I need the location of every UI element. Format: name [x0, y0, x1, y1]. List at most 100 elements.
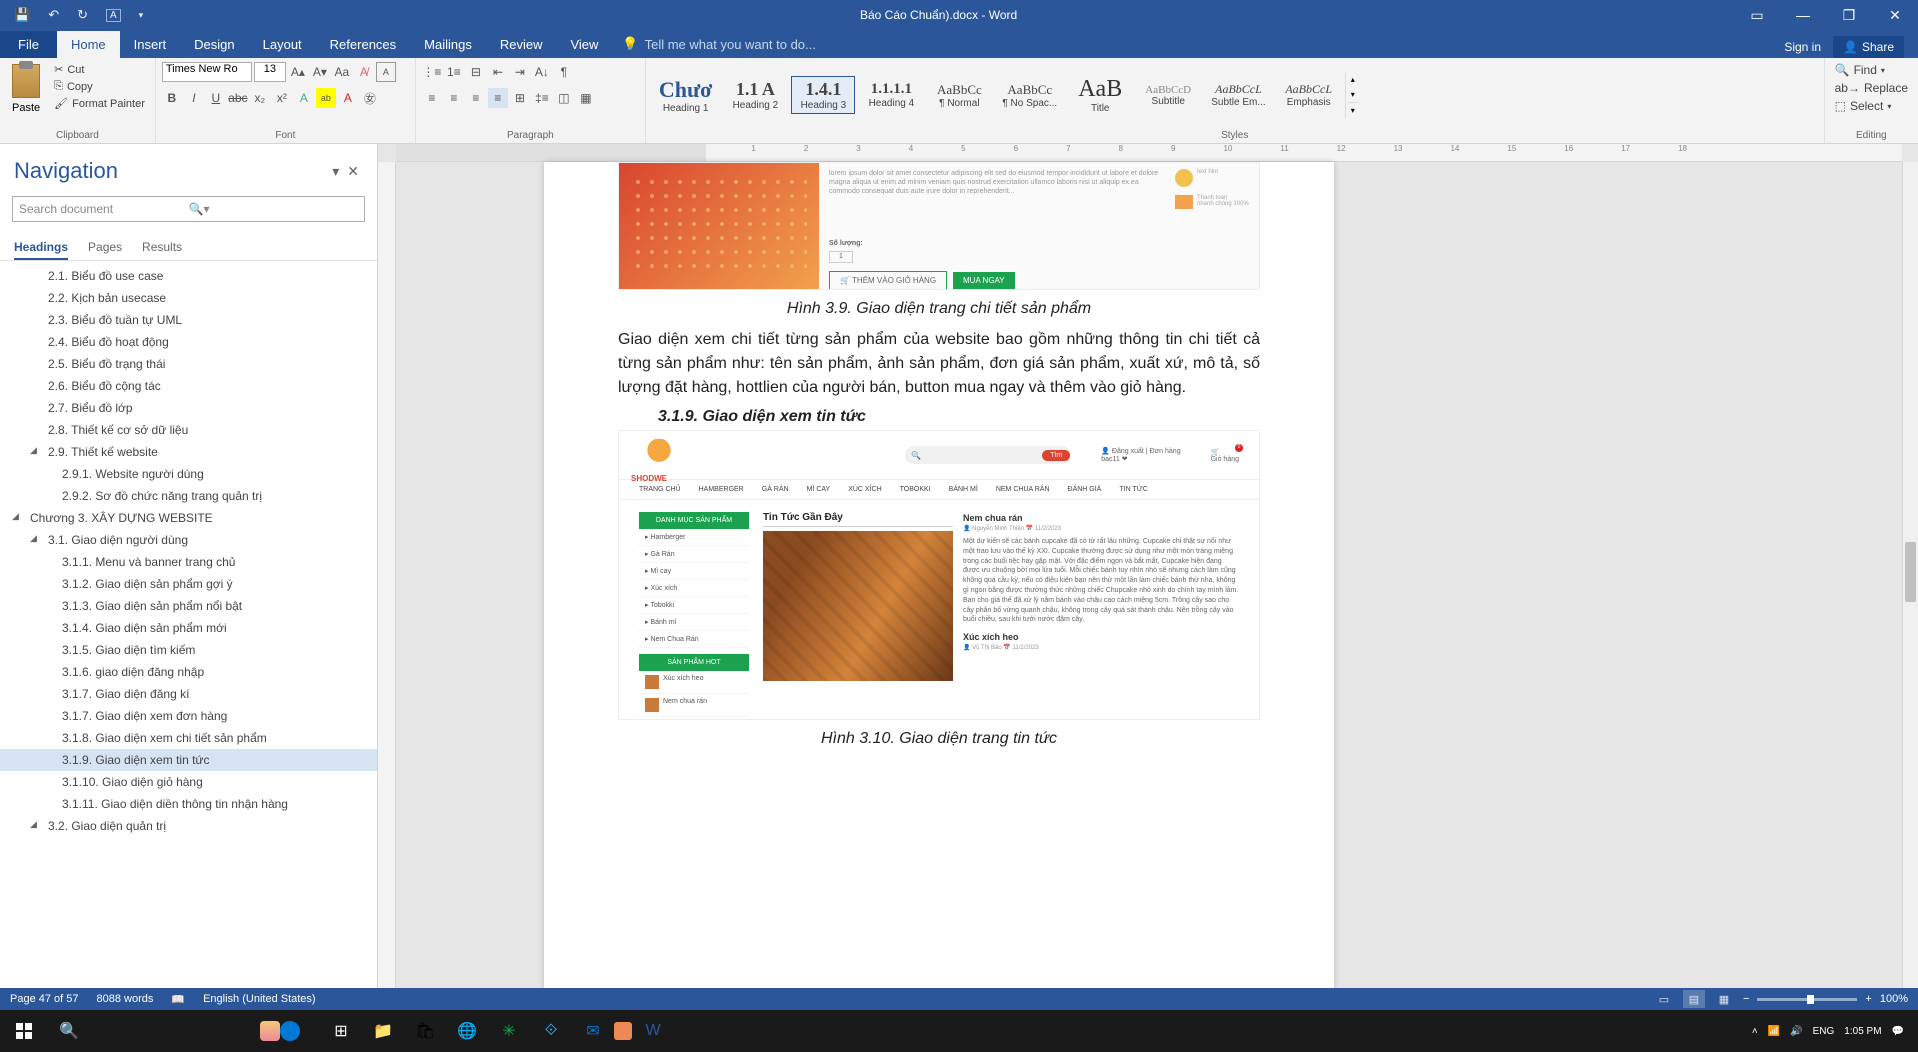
- italic-button[interactable]: I: [184, 88, 204, 108]
- nav-tab-headings[interactable]: Headings: [14, 236, 68, 260]
- word-icon[interactable]: W: [632, 1010, 674, 1052]
- tray-icon[interactable]: 🔊: [1790, 1026, 1802, 1037]
- tray-lang[interactable]: ENG: [1813, 1026, 1835, 1037]
- edge-icon[interactable]: 🌐: [446, 1010, 488, 1052]
- enclose-icon[interactable]: ㊛: [360, 88, 380, 108]
- justify-icon[interactable]: ≡: [488, 88, 508, 108]
- sort-icon[interactable]: A↓: [532, 62, 552, 82]
- horizontal-ruler[interactable]: 321123456789101112131415161718: [396, 144, 1902, 162]
- bold-button[interactable]: B: [162, 88, 182, 108]
- nav-heading-item[interactable]: 3.1.4. Giao diện sản phẩm mới: [0, 617, 377, 639]
- tray-chevron-icon[interactable]: ˄: [1752, 1026, 1758, 1037]
- align-center-icon[interactable]: ≡: [444, 88, 464, 108]
- vscode-icon[interactable]: ⟐: [530, 1010, 572, 1052]
- touchmode-icon[interactable]: A: [106, 9, 121, 22]
- nav-heading-item[interactable]: 3.1.6. giao diện đăng nhập: [0, 661, 377, 683]
- font-size-select[interactable]: 13: [254, 62, 286, 82]
- nav-heading-item[interactable]: 2.1. Biểu đồ use case: [0, 265, 377, 287]
- nav-heading-item[interactable]: 2.4. Biểu đồ hoạt động: [0, 331, 377, 353]
- style-heading-4[interactable]: 1.1.1.1Heading 4: [859, 78, 923, 112]
- task-icon[interactable]: [260, 1021, 280, 1041]
- font-family-select[interactable]: Times New Ro: [162, 62, 252, 82]
- increase-indent-icon[interactable]: ⇥: [510, 62, 530, 82]
- nav-heading-item[interactable]: 2.9.2. Sơ đồ chức năng trang quản trị: [0, 485, 377, 507]
- redo-icon[interactable]: ↻: [77, 7, 88, 23]
- font-color-icon[interactable]: A: [338, 88, 358, 108]
- nav-heading-item[interactable]: 3.1.7. Giao diện xem đơn hàng: [0, 705, 377, 727]
- text-effects-icon[interactable]: A: [294, 88, 314, 108]
- start-button[interactable]: [0, 1010, 48, 1052]
- nav-heading-item[interactable]: 2.6. Biểu đồ cộng tác: [0, 375, 377, 397]
- format-painter-button[interactable]: 🖌Format Painter: [50, 96, 149, 111]
- spellcheck-icon[interactable]: 📖: [171, 993, 185, 1006]
- tab-review[interactable]: Review: [486, 31, 557, 58]
- style---normal[interactable]: AaBbCc¶ Normal: [927, 79, 991, 112]
- ribbon-display-icon[interactable]: ▭: [1734, 0, 1780, 30]
- nav-heading-item[interactable]: 2.8. Thiết kế cơ sở dữ liệu: [0, 419, 377, 441]
- tab-file[interactable]: File: [0, 31, 57, 58]
- nav-heading-item[interactable]: 2.7. Biểu đồ lớp: [0, 397, 377, 419]
- clear-format-icon[interactable]: A̸: [354, 62, 374, 82]
- style-heading-1[interactable]: ChươHeading 1: [652, 74, 720, 117]
- minimize-icon[interactable]: —: [1780, 0, 1826, 30]
- cut-button[interactable]: ✂Cut: [50, 62, 149, 77]
- qat-customize-icon[interactable]: ▾: [139, 10, 144, 21]
- nav-heading-item[interactable]: 3.1.2. Giao diện sản phẩm gợi ý: [0, 573, 377, 595]
- language-status[interactable]: English (United States): [203, 993, 316, 1006]
- page-count[interactable]: Page 47 of 57: [10, 993, 79, 1006]
- select-button[interactable]: ⬚Select▾: [1831, 98, 1896, 114]
- sign-in-link[interactable]: Sign in: [1784, 40, 1821, 54]
- style-subtle-em---[interactable]: AaBbCcLSubtle Em...: [1204, 79, 1272, 111]
- tray-time[interactable]: 1:05 PM: [1844, 1026, 1881, 1037]
- nav-heading-item[interactable]: 3.1.11. Giao diện diền thông tin nhận hà…: [0, 793, 377, 815]
- highlight-icon[interactable]: ab: [316, 88, 336, 108]
- numbering-icon[interactable]: 1≡: [444, 62, 464, 82]
- notifications-icon[interactable]: 💬: [1892, 1026, 1904, 1037]
- web-layout-icon[interactable]: ▦: [1713, 990, 1735, 1008]
- style-title[interactable]: AaBTitle: [1068, 73, 1132, 117]
- zoom-in-icon[interactable]: +: [1865, 993, 1871, 1005]
- line-spacing-icon[interactable]: ‡≡: [532, 88, 552, 108]
- nav-heading-item[interactable]: 2.3. Biểu đồ tuần tự UML: [0, 309, 377, 331]
- nav-heading-item[interactable]: 3.1.7. Giao diện đăng kí: [0, 683, 377, 705]
- increase-font-icon[interactable]: A▴: [288, 62, 308, 82]
- search-taskbar-icon[interactable]: 🔍: [48, 1010, 90, 1052]
- nav-heading-item[interactable]: ◢Chương 3. XÂY DỰNG WEBSITE: [0, 507, 377, 529]
- bullets-icon[interactable]: ⋮≡: [422, 62, 442, 82]
- tab-references[interactable]: References: [316, 31, 410, 58]
- nav-tab-pages[interactable]: Pages: [88, 236, 122, 260]
- nav-heading-item[interactable]: ◢2.9. Thiết kế website: [0, 441, 377, 463]
- print-layout-icon[interactable]: ▤: [1683, 990, 1705, 1008]
- nav-tab-results[interactable]: Results: [142, 236, 182, 260]
- nav-heading-item[interactable]: ◢3.1. Giao diện người dùng: [0, 529, 377, 551]
- superscript-button[interactable]: x²: [272, 88, 292, 108]
- style---no-spac---[interactable]: AaBbCc¶ No Spac...: [995, 79, 1064, 112]
- word-count[interactable]: 8088 words: [97, 993, 154, 1006]
- tab-home[interactable]: Home: [57, 31, 120, 58]
- style-subtitle[interactable]: AaBbCcDSubtitle: [1136, 81, 1200, 110]
- nav-heading-item[interactable]: 2.2. Kịch bản usecase: [0, 287, 377, 309]
- read-mode-icon[interactable]: ▭: [1653, 990, 1675, 1008]
- nav-heading-item[interactable]: 3.1.1. Menu và banner trang chủ: [0, 551, 377, 573]
- save-icon[interactable]: 💾: [14, 7, 30, 23]
- phonetic-icon[interactable]: A: [376, 62, 396, 82]
- show-marks-icon[interactable]: ¶: [554, 62, 574, 82]
- strikethrough-button[interactable]: abc: [228, 88, 248, 108]
- undo-icon[interactable]: ↶: [48, 7, 59, 23]
- underline-button[interactable]: U: [206, 88, 226, 108]
- align-left-icon[interactable]: ≡: [422, 88, 442, 108]
- tray-icon[interactable]: 📶: [1768, 1026, 1780, 1037]
- distributed-icon[interactable]: ⊞: [510, 88, 530, 108]
- zoom-out-icon[interactable]: −: [1743, 993, 1749, 1005]
- align-right-icon[interactable]: ≡: [466, 88, 486, 108]
- nav-heading-item[interactable]: 2.9.1. Website người dùng: [0, 463, 377, 485]
- tab-insert[interactable]: Insert: [120, 31, 181, 58]
- nav-heading-item[interactable]: 3.1.3. Giao diện sản phẩm nổi bật: [0, 595, 377, 617]
- vertical-scrollbar[interactable]: [1902, 162, 1918, 988]
- subscript-button[interactable]: x₂: [250, 88, 270, 108]
- app-icon[interactable]: ✳: [488, 1010, 530, 1052]
- change-case-icon[interactable]: Aa: [332, 62, 352, 82]
- style-heading-3[interactable]: 1.4.1Heading 3: [791, 76, 855, 114]
- nav-heading-item[interactable]: 3.1.9. Giao diện xem tin tức: [0, 749, 377, 771]
- close-pane-icon[interactable]: ✕: [343, 163, 363, 180]
